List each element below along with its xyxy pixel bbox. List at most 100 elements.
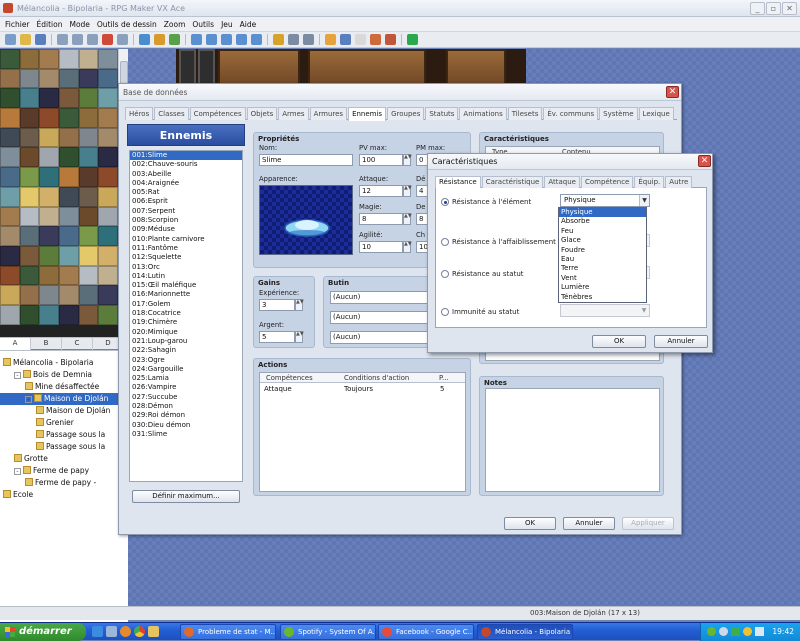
tileset-tab-a[interactable]: A [0, 338, 31, 350]
quicklaunch-ie-icon[interactable] [92, 626, 103, 637]
dropdown-option[interactable]: Absorbe [559, 217, 646, 226]
list-item[interactable]: 027:Succube [130, 393, 242, 402]
pencil-icon[interactable] [191, 34, 202, 45]
gold-spinner[interactable]: ▲▼ [295, 331, 304, 343]
menu-2[interactable]: Mode [69, 17, 89, 32]
attack-field[interactable]: 12 [359, 185, 403, 197]
list-item[interactable]: 021:Loup-garou [130, 337, 242, 346]
list-item[interactable]: 015:Œil maléfique [130, 281, 242, 290]
list-item[interactable]: 002:Chauve-souris [130, 160, 242, 169]
tileset-palette[interactable] [0, 49, 118, 337]
list-item[interactable]: 019:Chimère [130, 318, 242, 327]
tab-4[interactable]: Armes [278, 107, 309, 120]
sound-test-icon[interactable] [370, 34, 381, 45]
menu-5[interactable]: Outils [192, 17, 214, 32]
list-item[interactable]: 018:Cocatrice [130, 309, 242, 318]
dropdown-option[interactable]: Eau [559, 255, 646, 264]
quicklaunch-chrome-icon[interactable] [134, 626, 145, 637]
list-item[interactable]: 022:Sahagin [130, 346, 242, 355]
playtest-icon[interactable] [407, 34, 418, 45]
notes-field[interactable] [485, 388, 660, 492]
list-item[interactable]: 023:Ogre [130, 356, 242, 365]
dropdown-option[interactable]: Feu [559, 227, 646, 236]
taskbar-task[interactable]: Probleme de stat - M... [180, 624, 276, 640]
taskbar-task[interactable]: Mélancolia - Bipolaria ... [477, 624, 573, 640]
list-item[interactable]: 006:Esprit [130, 197, 242, 206]
character-generator-icon[interactable] [385, 34, 396, 45]
layer-event-icon[interactable] [154, 34, 165, 45]
tab-3[interactable]: Objets [246, 107, 278, 120]
map-tree-item[interactable]: Maison de Djolán [0, 405, 128, 417]
taskbar-task[interactable]: Spotify - System Of A... [280, 624, 376, 640]
zoom-1x-icon[interactable] [273, 34, 284, 45]
list-item[interactable]: 012:Squelette [130, 253, 242, 262]
tab-6[interactable]: Ennemis [348, 107, 387, 121]
zoom-half-icon[interactable] [288, 34, 299, 45]
map-tree-item[interactable]: Passage sous la [0, 441, 128, 453]
list-item[interactable]: 010:Plante carnivore [130, 235, 242, 244]
resource-manager-icon[interactable] [340, 34, 351, 45]
name-field[interactable]: Slime [259, 154, 353, 166]
layer-map-icon[interactable] [139, 34, 150, 45]
radio-element-rate[interactable] [441, 198, 449, 206]
ok-button[interactable]: OK [504, 517, 556, 530]
list-item[interactable]: 029:Roi démon [130, 411, 242, 420]
list-item[interactable]: 013:Orc [130, 263, 242, 272]
menu-4[interactable]: Zoom [164, 17, 186, 32]
dropdown-option[interactable]: Terre [559, 264, 646, 273]
tileset-tab-b[interactable]: B [31, 338, 62, 350]
region-icon[interactable] [169, 34, 180, 45]
cut-icon[interactable] [57, 34, 68, 45]
radio-state-rate[interactable] [441, 270, 449, 278]
element-dropdown-list[interactable]: Physique Absorbe Feu Glace Foudre Eau Terre Ven… [558, 207, 647, 303]
apply-button[interactable]: Appliquer [622, 517, 674, 530]
tab-7[interactable]: Groupes [387, 107, 425, 120]
tab-11[interactable]: Év. communs [543, 107, 599, 120]
features-cancel-button[interactable]: Annuler [654, 335, 708, 348]
attack-spinner[interactable]: ▲▼ [403, 185, 412, 197]
tab-10[interactable]: Tilesets [507, 107, 543, 120]
collapse-toggle-icon[interactable]: - [25, 396, 32, 403]
tab-8[interactable]: Statuts [425, 107, 459, 120]
ellipse-icon[interactable] [221, 34, 232, 45]
new-icon[interactable] [5, 34, 16, 45]
database-icon[interactable] [325, 34, 336, 45]
tab-13[interactable]: Lexique [638, 107, 674, 120]
dropdown-option[interactable]: Lumière [559, 283, 646, 292]
list-item[interactable]: 028:Démon [130, 402, 242, 411]
features-tab-5[interactable]: Autre [665, 176, 693, 188]
list-item[interactable]: 030:Dieu démon [130, 421, 242, 430]
tray-icon-4[interactable] [743, 627, 752, 636]
features-dialog-close-button[interactable]: ✕ [698, 155, 711, 167]
list-item[interactable]: 004:Araignée [130, 179, 242, 188]
undo-icon[interactable] [117, 34, 128, 45]
tab-0[interactable]: Héros [125, 107, 154, 120]
collapse-toggle-icon[interactable]: - [14, 468, 21, 475]
enemy-list[interactable]: 001:Slime 002:Chauve-souris 003:Abeille 004… [129, 150, 243, 482]
experience-field[interactable]: 3 [259, 299, 295, 311]
tab-1[interactable]: Classes [154, 107, 189, 120]
zoom-quarter-icon[interactable] [303, 34, 314, 45]
quicklaunch-firefox-icon[interactable] [120, 626, 131, 637]
element-select[interactable]: Physique ▼ [560, 194, 650, 207]
paste-icon[interactable] [87, 34, 98, 45]
map-tree-item[interactable]: - Bois de Demnia [0, 369, 128, 381]
menu-3[interactable]: Outils de dessin [97, 17, 157, 32]
list-item[interactable]: 005:Rat [130, 188, 242, 197]
agility-spinner[interactable]: ▲▼ [403, 241, 412, 253]
map-tree-item[interactable]: Ferme de papy - [0, 477, 128, 489]
minimize-button[interactable]: _ [750, 2, 765, 15]
script-editor-icon[interactable] [355, 34, 366, 45]
list-item[interactable]: 001:Slime [130, 151, 242, 161]
list-item[interactable]: 014:Lutin [130, 272, 242, 281]
dropdown-option[interactable]: Foudre [559, 246, 646, 255]
map-tree-item[interactable]: - Ferme de papy [0, 465, 128, 477]
delete-icon[interactable] [102, 34, 113, 45]
copy-icon[interactable] [72, 34, 83, 45]
quicklaunch-media-icon[interactable] [106, 626, 117, 637]
close-button[interactable]: ✕ [782, 2, 797, 15]
list-item[interactable]: 031:Slime [130, 430, 242, 439]
list-item[interactable]: 026:Vampire [130, 383, 242, 392]
magic-field[interactable]: 8 [359, 213, 403, 225]
start-button[interactable]: démarrer [0, 623, 86, 641]
